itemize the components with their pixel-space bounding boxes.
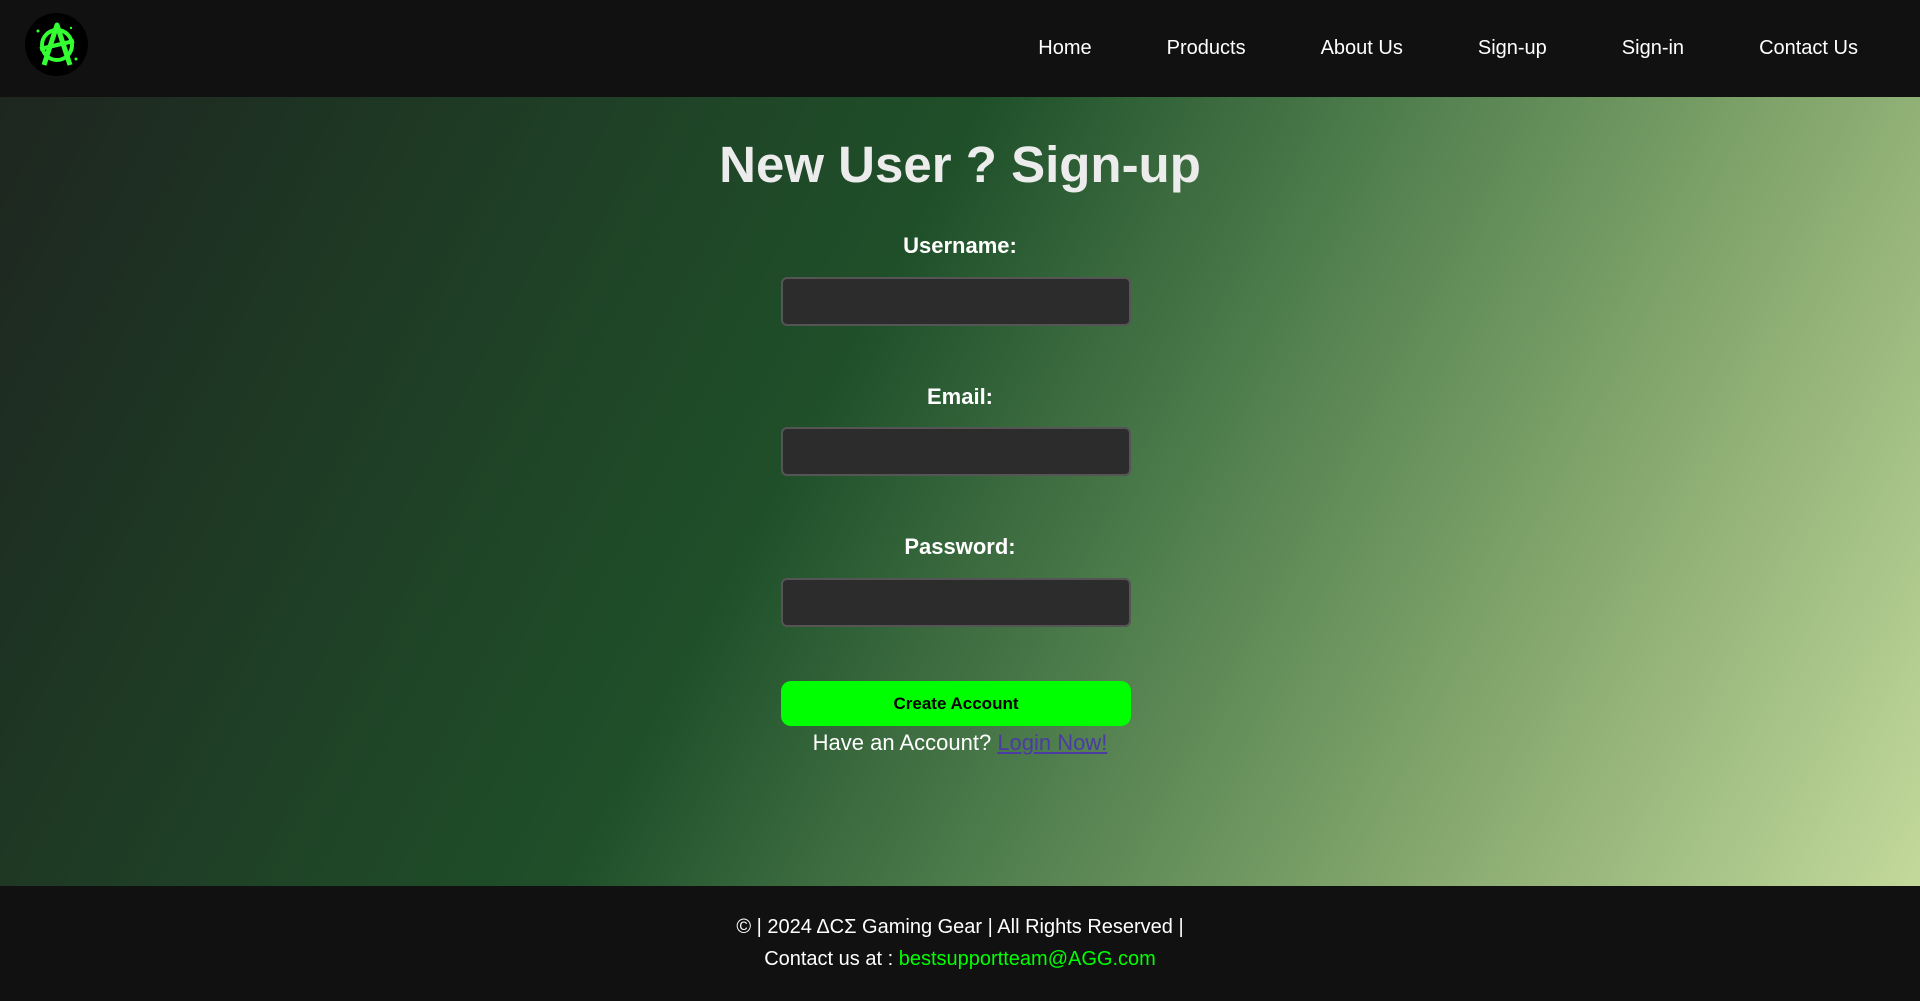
- password-label: Password:: [904, 534, 1016, 559]
- nav-link-contact-us[interactable]: Contact Us: [1759, 37, 1858, 60]
- username-input[interactable]: [781, 277, 1131, 326]
- footer-copyright: © | 2024 ΔCΣ Gaming Gear | All Rights Re…: [736, 916, 1184, 938]
- password-input[interactable]: [781, 578, 1131, 627]
- logo[interactable]: [25, 13, 88, 76]
- email-label: Email:: [926, 384, 994, 409]
- navbar: Home Products About Us Sign-up Sign-in C…: [0, 0, 1920, 97]
- username-label: Username:: [903, 233, 1017, 258]
- footer-contact-prefix: Contact us at :: [764, 948, 894, 970]
- nav-link-about-us[interactable]: About Us: [1321, 37, 1403, 60]
- anarchy-a-icon: [36, 22, 77, 66]
- nav-link-sign-up[interactable]: Sign-up: [1478, 37, 1547, 60]
- login-prompt-text: Have an Account?: [812, 730, 992, 755]
- page-title: New User ? Sign-up: [719, 136, 1201, 193]
- footer-contact-line: Contact us at : bestsupportteam@AGG.com: [0, 948, 1920, 971]
- nav-link-products[interactable]: Products: [1167, 37, 1246, 60]
- login-now-link[interactable]: Login Now!: [997, 730, 1107, 755]
- nav-link-home[interactable]: Home: [1038, 37, 1091, 60]
- footer: © | 2024 ΔCΣ Gaming Gear | All Rights Re…: [0, 886, 1920, 1001]
- create-account-button[interactable]: Create Account: [781, 681, 1131, 726]
- email-input[interactable]: [781, 427, 1131, 476]
- footer-email-link[interactable]: bestsupportteam@AGG.com: [899, 948, 1156, 970]
- login-prompt-line: Have an Account? Login Now!: [0, 730, 1920, 756]
- nav-link-sign-in[interactable]: Sign-in: [1622, 37, 1684, 60]
- signup-section: [0, 97, 1920, 886]
- nav-links: Home Products About Us Sign-up Sign-in C…: [1038, 0, 1920, 97]
